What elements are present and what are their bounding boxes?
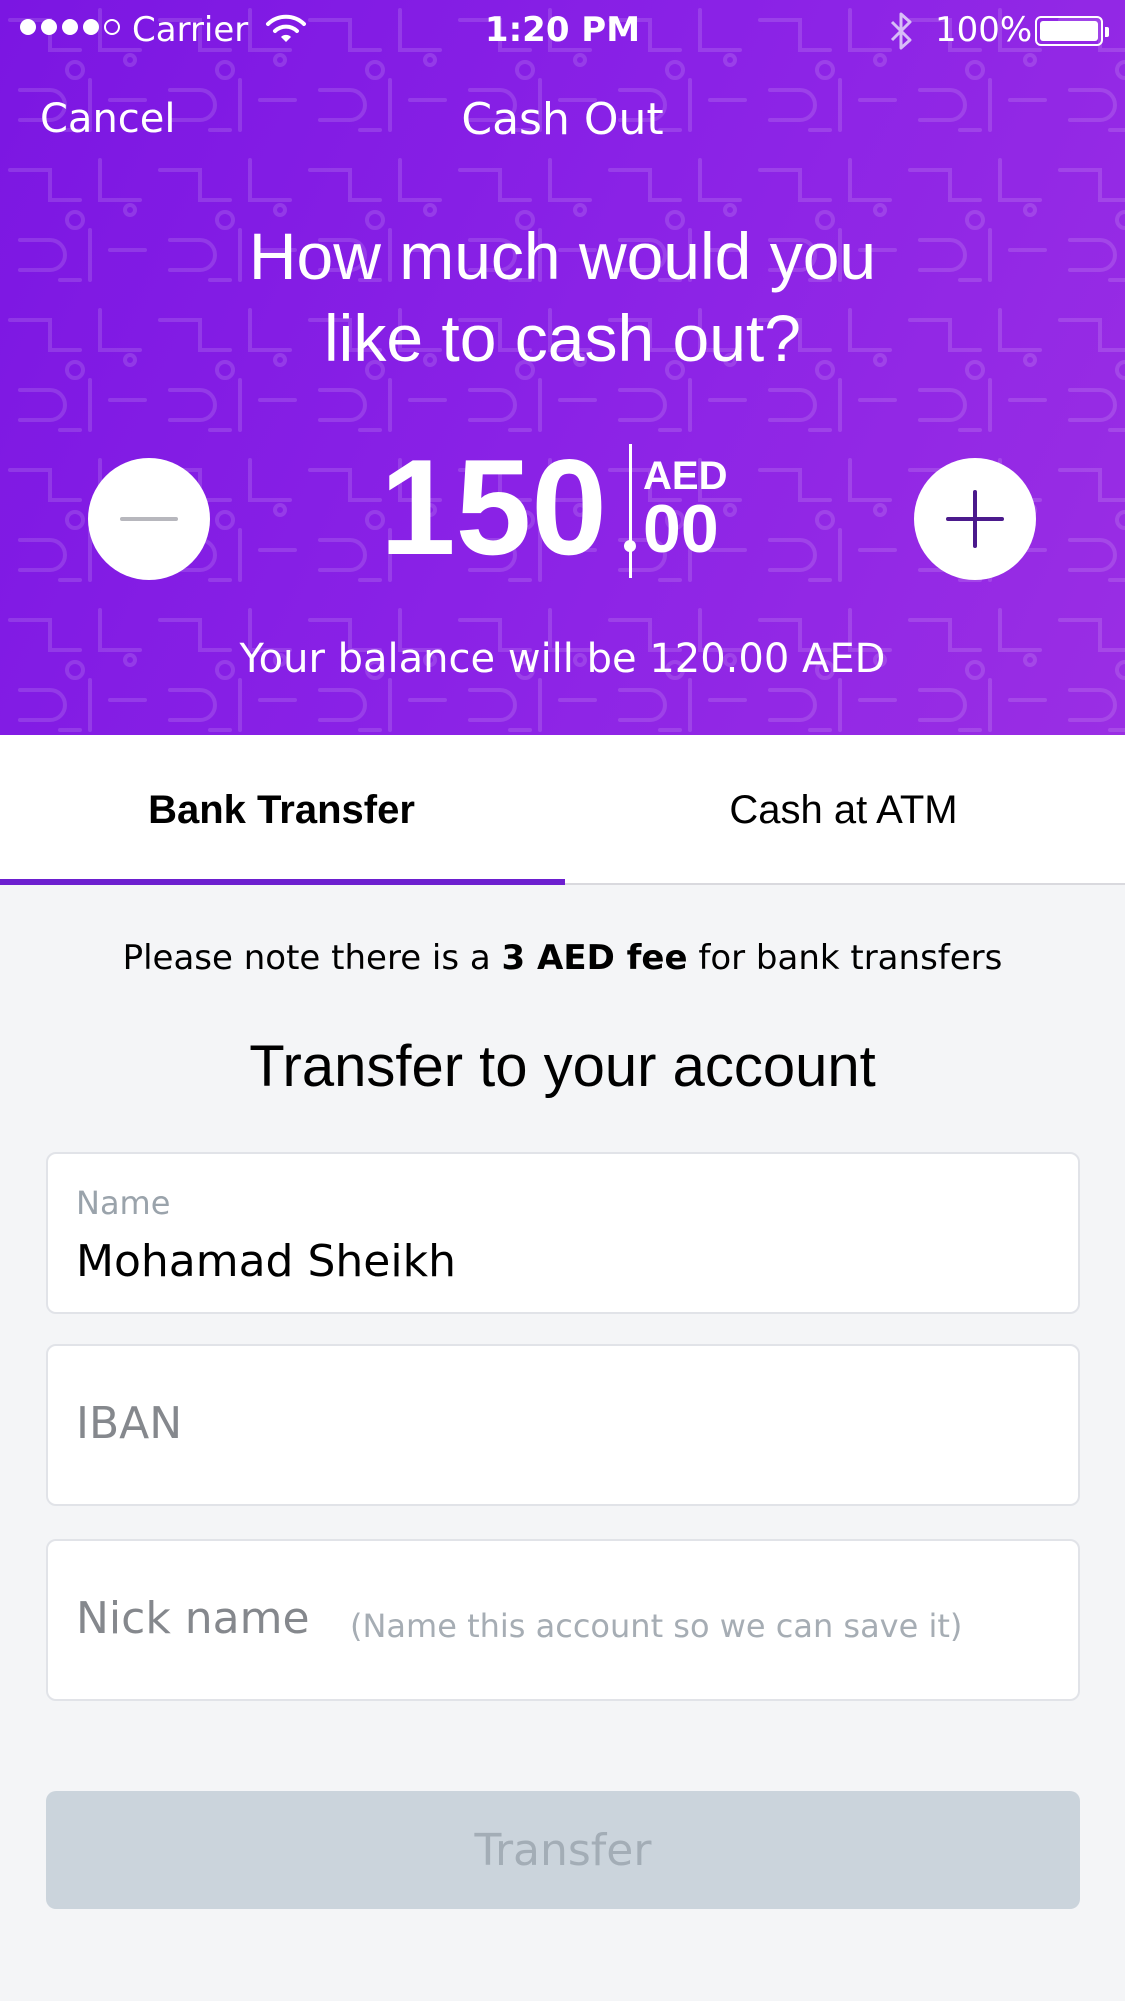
bluetooth-icon: [888, 12, 914, 59]
name-field-value[interactable]: Mohamad Sheikh: [76, 1236, 456, 1287]
minus-icon: [120, 517, 178, 521]
fee-notice: Please note there is a 3 AED fee for ban…: [0, 938, 1125, 978]
battery-percentage: 100%: [935, 10, 1033, 50]
amount-header: Carrier 1:20 PM 100% Cancel Cash Out How…: [0, 0, 1125, 735]
status-bar: Carrier 1:20 PM 100%: [0, 0, 1125, 60]
transfer-button[interactable]: Transfer: [46, 1791, 1080, 1909]
plus-icon: [946, 490, 1004, 548]
name-field[interactable]: Name Mohamad Sheikh: [46, 1152, 1080, 1314]
fee-notice-suffix: for bank transfers: [687, 938, 1003, 978]
page-title: Cash Out: [461, 94, 664, 145]
amount-question: How much would you like to cash out?: [0, 215, 1125, 379]
iban-placeholder[interactable]: IBAN: [76, 1398, 182, 1449]
fee-notice-prefix: Please note there is a: [122, 938, 502, 978]
active-tab-indicator: [0, 879, 565, 885]
name-field-label: Name: [76, 1184, 171, 1222]
tab-cash-at-atm[interactable]: Cash at ATM: [562, 735, 1125, 885]
iban-field[interactable]: IBAN: [46, 1344, 1080, 1506]
increase-amount-button[interactable]: [914, 458, 1036, 580]
nickname-hint: (Name this account so we can save it): [350, 1607, 963, 1645]
fee-amount: 3 AED fee: [501, 938, 688, 978]
question-line-2: like to cash out?: [324, 301, 801, 375]
decrease-amount-button[interactable]: [88, 458, 210, 580]
cashout-method-tabs: Bank Transfer Cash at ATM: [0, 735, 1125, 885]
question-line-1: How much would you: [248, 219, 877, 293]
amount-decimal[interactable]: 00: [643, 490, 719, 568]
text-cursor: [629, 444, 632, 578]
decimal-point: [624, 540, 636, 552]
battery-icon: [1035, 16, 1109, 46]
section-title: Transfer to your account: [249, 1034, 876, 1099]
nickname-placeholder[interactable]: Nick name: [76, 1593, 310, 1644]
nickname-field[interactable]: Nick name (Name this account so we can s…: [46, 1539, 1080, 1701]
amount-integer[interactable]: 150: [380, 432, 607, 582]
resulting-balance: Your balance will be 120.00 AED: [239, 636, 886, 682]
tab-bank-transfer[interactable]: Bank Transfer: [0, 735, 563, 885]
